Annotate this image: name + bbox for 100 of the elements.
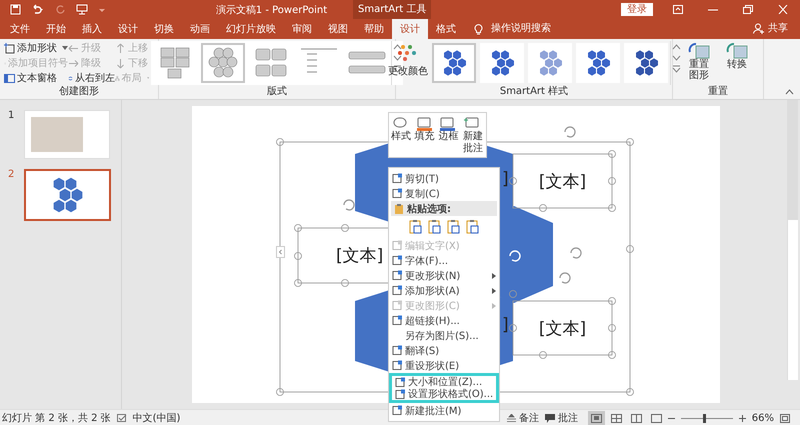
comment-icon[interactable] xyxy=(544,414,555,422)
change-colors-button[interactable]: 更改颜色 xyxy=(386,41,430,78)
ribbon-display-icon[interactable] xyxy=(673,5,683,14)
clipboard-icon[interactable] xyxy=(447,219,461,235)
context-tab-group: SmartArt 工具 xyxy=(353,0,432,19)
close-icon[interactable] xyxy=(778,5,788,14)
color-dots-icon xyxy=(397,44,419,62)
ribbon-command[interactable]: 文本窗格 xyxy=(4,71,68,85)
ribbon-command[interactable]: 添加形状 xyxy=(4,41,68,55)
notes-icon[interactable] xyxy=(506,414,516,422)
up-arrow-icon xyxy=(115,42,126,54)
style-thumbnail[interactable] xyxy=(528,43,572,83)
menu-item-icon xyxy=(392,188,402,199)
menu-section-header: 粘贴选项: xyxy=(407,202,451,216)
menu-item[interactable]: 复制(C) xyxy=(389,186,499,201)
ribbon-tab[interactable]: 格式 xyxy=(428,19,464,39)
zoom-percent[interactable]: 66% xyxy=(752,412,774,424)
placeholder-text[interactable]: [文本] xyxy=(513,154,612,208)
vertical-scrollbar[interactable] xyxy=(787,100,798,380)
style-thumbnail[interactable] xyxy=(432,43,476,83)
presentation-icon[interactable] xyxy=(76,4,88,15)
scroll-up-icon[interactable] xyxy=(393,43,402,51)
undo-icon[interactable] xyxy=(31,4,45,15)
menu-item[interactable]: 另存为图片(S)... xyxy=(389,328,499,343)
person-add-icon xyxy=(753,23,764,34)
ribbon-tab[interactable]: 设计 xyxy=(392,19,428,39)
menu-item-icon xyxy=(392,173,402,184)
clipboard-icon[interactable] xyxy=(409,219,423,235)
rotate-handle-icon[interactable] xyxy=(343,199,355,211)
clipboard-icon[interactable] xyxy=(428,219,442,235)
toolbar-button[interactable]: 边框 xyxy=(438,117,458,143)
menu-item[interactable]: 设置形状格式(O)... xyxy=(389,388,499,403)
ribbon-tab[interactable]: 插入 xyxy=(74,19,110,39)
slide-thumbnail[interactable] xyxy=(24,169,111,221)
placeholder-text[interactable]: [文本] xyxy=(513,301,612,355)
ribbon-button[interactable]: 重置图形 xyxy=(682,41,716,81)
collapse-ribbon-icon[interactable] xyxy=(785,89,794,95)
menu-item[interactable]: 大小和位置(Z)... xyxy=(389,373,499,388)
menu-item[interactable]: 剪切(T) xyxy=(389,171,499,186)
scroll-up-icon[interactable] xyxy=(672,43,681,51)
toolbar-button[interactable]: 新建批注 xyxy=(462,117,484,155)
clipboard-icon xyxy=(394,203,404,214)
clipboard-icon[interactable] xyxy=(466,219,480,235)
ribbon-tab[interactable]: 审阅 xyxy=(284,19,320,39)
menu-item[interactable]: 字体(F)... xyxy=(389,253,499,268)
menu-item[interactable]: 重设形状(E) xyxy=(389,358,499,373)
menu-item-icon xyxy=(392,345,402,356)
ribbon-button[interactable]: 转换 xyxy=(720,41,754,81)
ribbon-tab[interactable]: 设计 xyxy=(110,19,146,39)
menu-item-icon xyxy=(392,255,402,266)
ribbon-tab[interactable]: 文件 xyxy=(2,19,38,39)
style-thumbnail[interactable] xyxy=(480,43,524,83)
rotate-handle-icon[interactable] xyxy=(559,272,571,284)
normal-view-icon xyxy=(590,414,602,422)
restore-icon[interactable] xyxy=(743,5,753,14)
menu-item[interactable]: 更改形状(N) xyxy=(389,268,499,283)
menu-item[interactable]: 超链接(H)... xyxy=(389,313,499,328)
ribbon-command[interactable]: 从右到左 xyxy=(68,71,115,85)
slide-number: 2 xyxy=(8,169,14,182)
scroll-down-icon[interactable] xyxy=(672,54,681,62)
notes-button[interactable]: 备注 xyxy=(518,411,539,425)
group-label: 版式 xyxy=(267,86,287,98)
menu-item[interactable]: 新建批注(M) xyxy=(389,403,499,418)
menu-item[interactable]: 翻译(S) xyxy=(389,343,499,358)
ribbon-tab[interactable]: 帮助 xyxy=(356,19,392,39)
selection-frame[interactable] xyxy=(509,290,616,359)
menu-item[interactable]: 添加形状(A) xyxy=(389,283,499,298)
add-shape-icon xyxy=(4,42,15,54)
style-thumbnail[interactable] xyxy=(576,43,620,83)
menu-item-icon xyxy=(394,376,406,388)
toolbar-button[interactable]: 填充 xyxy=(414,117,435,143)
menu-item-icon xyxy=(394,388,406,400)
toolbar-button[interactable]: 样式 xyxy=(390,117,411,143)
ribbon-tab[interactable]: 动画 xyxy=(182,19,218,39)
slide-number: 1 xyxy=(8,110,14,123)
sign-in-button[interactable]: 登录 xyxy=(621,3,653,16)
layout-thumbnail[interactable] xyxy=(201,43,245,83)
save-icon[interactable] xyxy=(10,4,21,15)
rotate-handle-icon[interactable] xyxy=(570,247,582,259)
ribbon-tab[interactable]: 开始 xyxy=(38,19,74,39)
view-button[interactable] xyxy=(588,410,605,425)
scroll-down-icon[interactable] xyxy=(393,54,402,62)
ribbon-tab[interactable]: 幻灯片放映 xyxy=(218,19,284,39)
slide-counter: 幻灯片 第 2 张，共 2 张 xyxy=(2,412,111,425)
zoom-in-icon[interactable] xyxy=(738,414,746,422)
tell-me-search[interactable]: 操作说明搜索 xyxy=(491,19,753,39)
spellcheck-icon[interactable] xyxy=(116,414,127,422)
comments-button[interactable]: 批注 xyxy=(558,411,578,425)
group-label: 重置 xyxy=(708,86,728,98)
hexagon-text: ] xyxy=(502,169,509,189)
language-indicator[interactable]: 中文(中国) xyxy=(132,411,180,425)
ribbon-tab[interactable]: 视图 xyxy=(320,19,356,39)
rotate-handle-icon[interactable] xyxy=(564,126,576,138)
fit-slide-icon[interactable] xyxy=(780,414,790,422)
group-label: SmartArt 样式 xyxy=(500,86,568,98)
menu-item-icon xyxy=(392,405,402,416)
zoom-thumb[interactable] xyxy=(702,414,706,422)
style-thumbnail[interactable] xyxy=(624,43,668,83)
share-button[interactable]: 共享 xyxy=(768,19,788,39)
ribbon-tab[interactable]: 切换 xyxy=(146,19,182,39)
